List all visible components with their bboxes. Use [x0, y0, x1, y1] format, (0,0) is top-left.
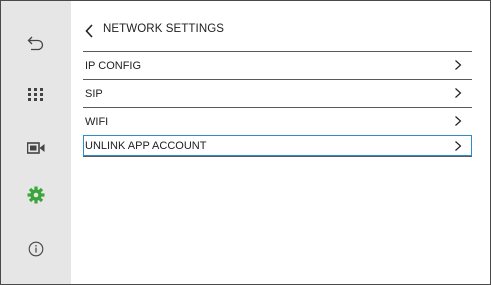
menu-item-label: UNLINK APP ACCOUNT [85, 140, 207, 152]
header: NETWORK SETTINGS [83, 20, 473, 44]
menu-item-label: SIP [85, 88, 103, 100]
page-title: NETWORK SETTINGS [103, 23, 225, 35]
chevron-right-icon [455, 141, 462, 151]
back-chevron-icon[interactable] [83, 22, 97, 40]
chevron-right-icon [455, 116, 462, 126]
monitor-button[interactable] [16, 128, 56, 168]
menu-item-label: WIFI [85, 116, 109, 128]
grid-icon [28, 88, 43, 101]
menu-item-sip[interactable]: SIP [83, 79, 472, 107]
info-button[interactable] [16, 229, 56, 269]
return-button[interactable] [16, 23, 56, 63]
settings-button[interactable] [16, 175, 56, 215]
chevron-right-icon [455, 88, 462, 98]
screen-frame: NETWORK SETTINGS IP CONFIG SIP WIFI UNLI… [0, 0, 491, 285]
chevron-right-icon [455, 60, 462, 70]
gear-icon [27, 186, 45, 204]
menu-item-wifi[interactable]: WIFI [83, 107, 472, 135]
menu-item-unlink-app-account[interactable]: UNLINK APP ACCOUNT [83, 135, 472, 156]
menu-divider [83, 156, 472, 157]
menu-item-ip-config[interactable]: IP CONFIG [83, 51, 472, 79]
info-icon [28, 241, 44, 257]
camera-icon [27, 142, 45, 154]
apps-button[interactable] [16, 75, 56, 115]
menu-item-label: IP CONFIG [85, 60, 142, 72]
settings-menu: IP CONFIG SIP WIFI UNLINK APP ACCOUNT [83, 51, 472, 157]
return-icon [27, 36, 44, 51]
sidebar [1, 1, 71, 284]
